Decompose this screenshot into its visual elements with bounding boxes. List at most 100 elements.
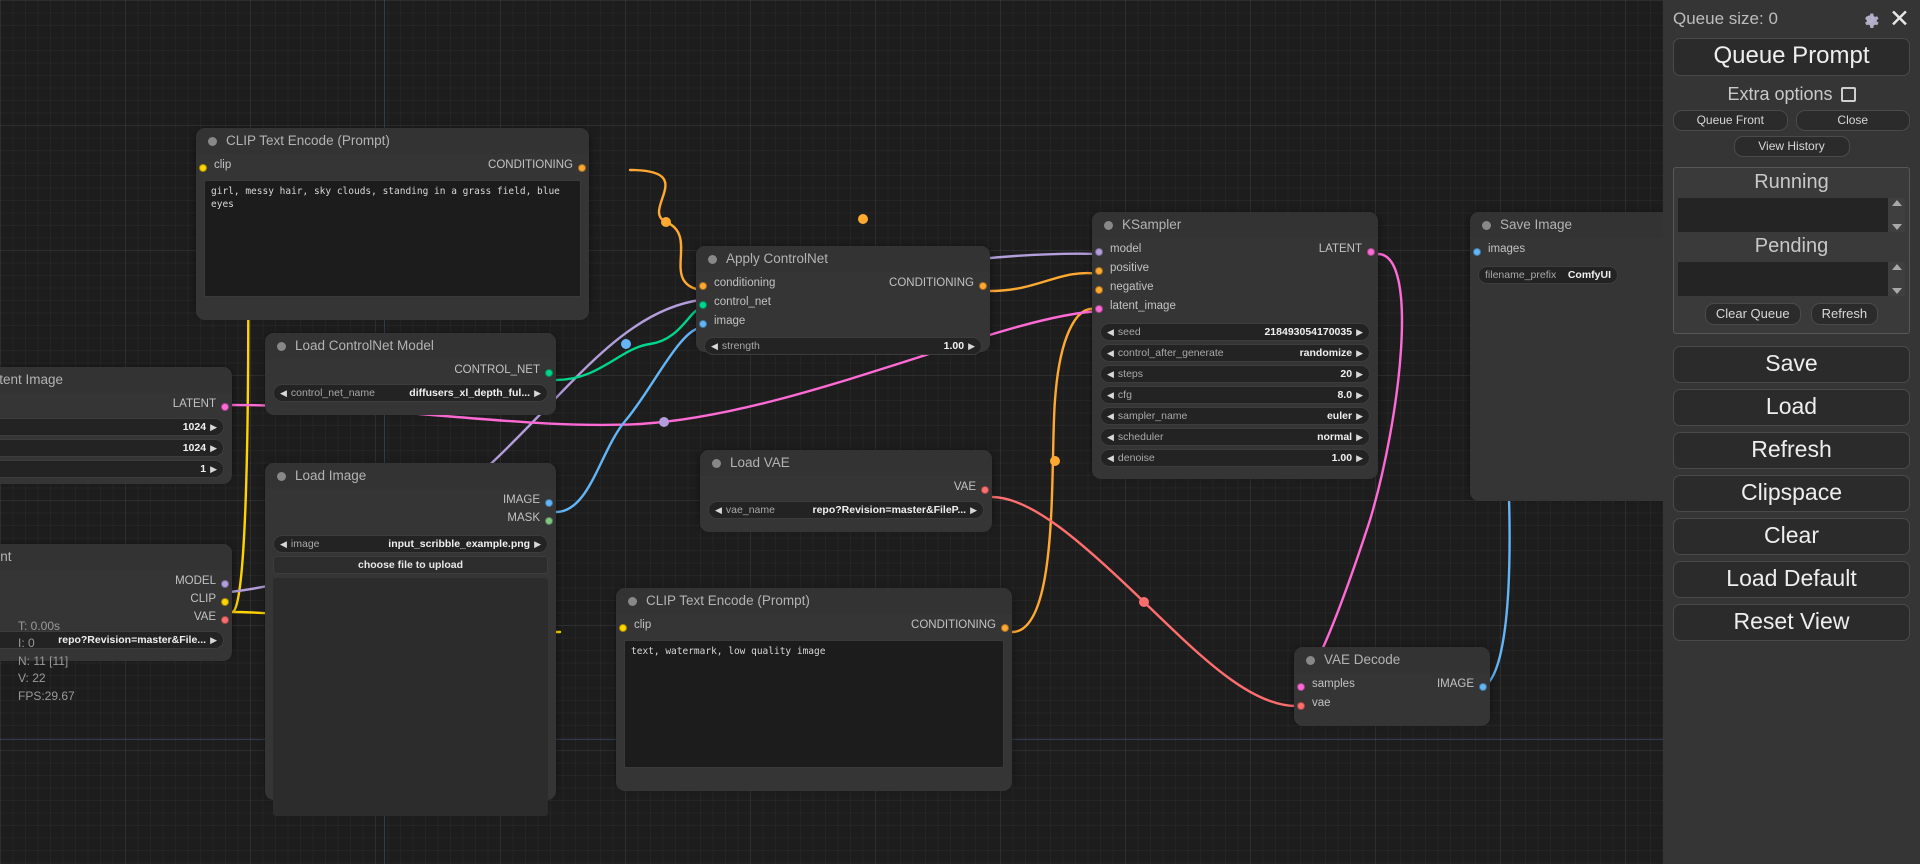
chevron-right-icon[interactable]: ▶ <box>1356 432 1363 442</box>
node-title[interactable]: CLIP Text Encode (Prompt) <box>616 588 1012 614</box>
chevron-left-icon[interactable]: ◀ <box>1107 411 1114 421</box>
chevron-left-icon[interactable]: ◀ <box>1107 327 1114 337</box>
input-slot-conditioning[interactable]: conditioning CONDITIONING <box>696 277 990 294</box>
scroll-up-icon[interactable] <box>1891 200 1902 206</box>
output-slot-latent[interactable]: LATENT <box>0 398 232 415</box>
close-icon[interactable]: ✕ <box>1889 7 1910 32</box>
refresh-button[interactable]: Refresh <box>1673 432 1910 469</box>
node-clip-text-encode-positive[interactable]: CLIP Text Encode (Prompt) clip CONDITION… <box>196 128 589 320</box>
conditioning-pin-icon[interactable] <box>1095 286 1103 294</box>
latent-pin-icon[interactable] <box>1367 248 1375 256</box>
mask-pin-icon[interactable] <box>545 517 553 525</box>
extra-options-row[interactable]: Extra options <box>1673 84 1910 105</box>
chevron-right-icon[interactable]: ▶ <box>1356 369 1363 379</box>
vae-pin-icon[interactable] <box>221 616 229 624</box>
queue-prompt-button[interactable]: Queue Prompt <box>1673 38 1910 76</box>
node-title[interactable]: VAE Decode <box>1294 647 1490 673</box>
chevron-right-icon[interactable]: ▶ <box>210 422 217 432</box>
chevron-right-icon[interactable]: ▶ <box>210 443 217 453</box>
chevron-right-icon[interactable]: ▶ <box>1356 390 1363 400</box>
input-slot-clip[interactable]: clip CONDITIONING <box>616 619 1012 636</box>
chevron-left-icon[interactable]: ◀ <box>711 341 718 351</box>
node-collapse-icon[interactable] <box>208 137 217 146</box>
model-pin-icon[interactable] <box>1095 248 1103 256</box>
widget-filename-prefix[interactable]: filename_prefix ComfyUI <box>1478 266 1618 284</box>
node-title[interactable]: KSampler <box>1092 212 1378 238</box>
node-title[interactable]: Apply ControlNet <box>696 246 990 272</box>
chevron-right-icon[interactable]: ▶ <box>1356 453 1363 463</box>
close-button[interactable]: Close <box>1795 110 1910 131</box>
pending-list[interactable] <box>1678 262 1905 296</box>
input-slot-samples[interactable]: samples IMAGE <box>1294 678 1490 695</box>
clip-pin-icon[interactable] <box>199 164 207 172</box>
chevron-left-icon[interactable]: ◀ <box>1107 432 1114 442</box>
conditioning-pin-icon[interactable] <box>1095 267 1103 275</box>
conditioning-pin-icon[interactable] <box>578 164 586 172</box>
node-apply-controlnet[interactable]: Apply ControlNet conditioning CONDITIONI… <box>696 246 990 355</box>
node-collapse-icon[interactable] <box>1104 221 1113 230</box>
image-pin-icon[interactable] <box>1479 683 1487 691</box>
node-title[interactable]: Checkpoint <box>0 544 232 570</box>
node-graph-canvas[interactable]: CLIP Text Encode (Prompt) clip CONDITION… <box>0 0 1663 864</box>
node-title[interactable]: Save Image <box>1470 212 1663 238</box>
clip-pin-icon[interactable] <box>221 598 229 606</box>
widget-vae-name[interactable]: ◀ vae_name repo?Revision=master&FileP...… <box>708 501 984 519</box>
node-ksampler[interactable]: KSampler model LATENT positive negative <box>1092 212 1378 479</box>
node-collapse-icon[interactable] <box>1482 221 1491 230</box>
scroll-down-icon[interactable] <box>1891 288 1902 294</box>
node-collapse-icon[interactable] <box>1306 656 1315 665</box>
node-collapse-icon[interactable] <box>277 342 286 351</box>
prompt-textarea[interactable]: girl, messy hair, sky clouds, standing i… <box>204 180 581 297</box>
gear-icon[interactable] <box>1859 8 1881 30</box>
latent-pin-icon[interactable] <box>1297 683 1305 691</box>
widget-control-net-name[interactable]: ◀ control_net_name diffusers_xl_depth_fu… <box>273 384 548 402</box>
chevron-right-icon[interactable]: ▶ <box>970 505 977 515</box>
chevron-left-icon[interactable]: ◀ <box>1107 348 1114 358</box>
output-slot-mask[interactable]: MASK <box>265 512 556 529</box>
reset-view-button[interactable]: Reset View <box>1673 604 1910 641</box>
node-title[interactable]: Load ControlNet Model <box>265 333 556 359</box>
latent-pin-icon[interactable] <box>1095 305 1103 313</box>
input-slot-vae[interactable]: vae <box>1294 697 1490 714</box>
input-slot-clip[interactable]: clip CONDITIONING <box>196 159 589 176</box>
widget-seed[interactable]: ◀ seed 218493054170035 ▶ <box>1100 323 1370 341</box>
conditioning-pin-icon[interactable] <box>699 282 707 290</box>
upload-file-button[interactable]: choose file to upload <box>273 556 548 574</box>
input-slot-images[interactable]: images <box>1470 243 1663 260</box>
widget-strength[interactable]: ◀ strength 1.00 ▶ <box>704 337 982 355</box>
clear-queue-button[interactable]: Clear Queue <box>1704 303 1801 325</box>
chevron-right-icon[interactable]: ▶ <box>534 539 541 549</box>
pending-scrollbar[interactable] <box>1888 262 1905 296</box>
chevron-left-icon[interactable]: ◀ <box>280 539 287 549</box>
image-pin-icon[interactable] <box>545 499 553 507</box>
input-slot-image[interactable]: image <box>696 315 990 332</box>
chevron-left-icon[interactable]: ◀ <box>1107 390 1114 400</box>
widget-scheduler[interactable]: ◀ scheduler normal ▶ <box>1100 428 1370 446</box>
widget-steps[interactable]: ◀ steps 20 ▶ <box>1100 365 1370 383</box>
widget-batch-size[interactable]: h_size 1 ▶ <box>0 460 224 478</box>
widget-image[interactable]: ◀ image input_scribble_example.png ▶ <box>273 535 548 553</box>
chevron-right-icon[interactable]: ▶ <box>1356 411 1363 421</box>
node-collapse-icon[interactable] <box>708 255 717 264</box>
node-collapse-icon[interactable] <box>277 472 286 481</box>
node-clip-text-encode-negative[interactable]: CLIP Text Encode (Prompt) clip CONDITION… <box>616 588 1012 791</box>
widget-sampler-name[interactable]: ◀ sampler_name euler ▶ <box>1100 407 1370 425</box>
output-slot-clip[interactable]: CLIP <box>0 593 232 610</box>
clear-button[interactable]: Clear <box>1673 518 1910 555</box>
node-vae-decode[interactable]: VAE Decode samples IMAGE vae <box>1294 647 1490 726</box>
image-pin-icon[interactable] <box>699 320 707 328</box>
vae-pin-icon[interactable] <box>1297 702 1305 710</box>
chevron-left-icon[interactable]: ◀ <box>1107 369 1114 379</box>
vae-pin-icon[interactable] <box>981 486 989 494</box>
conditioning-pin-icon[interactable] <box>1001 624 1009 632</box>
chevron-right-icon[interactable]: ▶ <box>1356 348 1363 358</box>
conditioning-out-pin-icon[interactable] <box>979 282 987 290</box>
running-list[interactable] <box>1678 198 1905 232</box>
output-slot-image[interactable]: IMAGE <box>265 494 556 511</box>
node-title[interactable]: Load VAE <box>700 450 992 476</box>
node-load-image[interactable]: Load Image IMAGE MASK ◀ image input_scri… <box>265 463 556 816</box>
image-pin-icon[interactable] <box>1473 248 1481 256</box>
widget-height[interactable]: nt 1024 ▶ <box>0 439 224 457</box>
load-button[interactable]: Load <box>1673 389 1910 426</box>
node-title[interactable]: Load Image <box>265 463 556 489</box>
